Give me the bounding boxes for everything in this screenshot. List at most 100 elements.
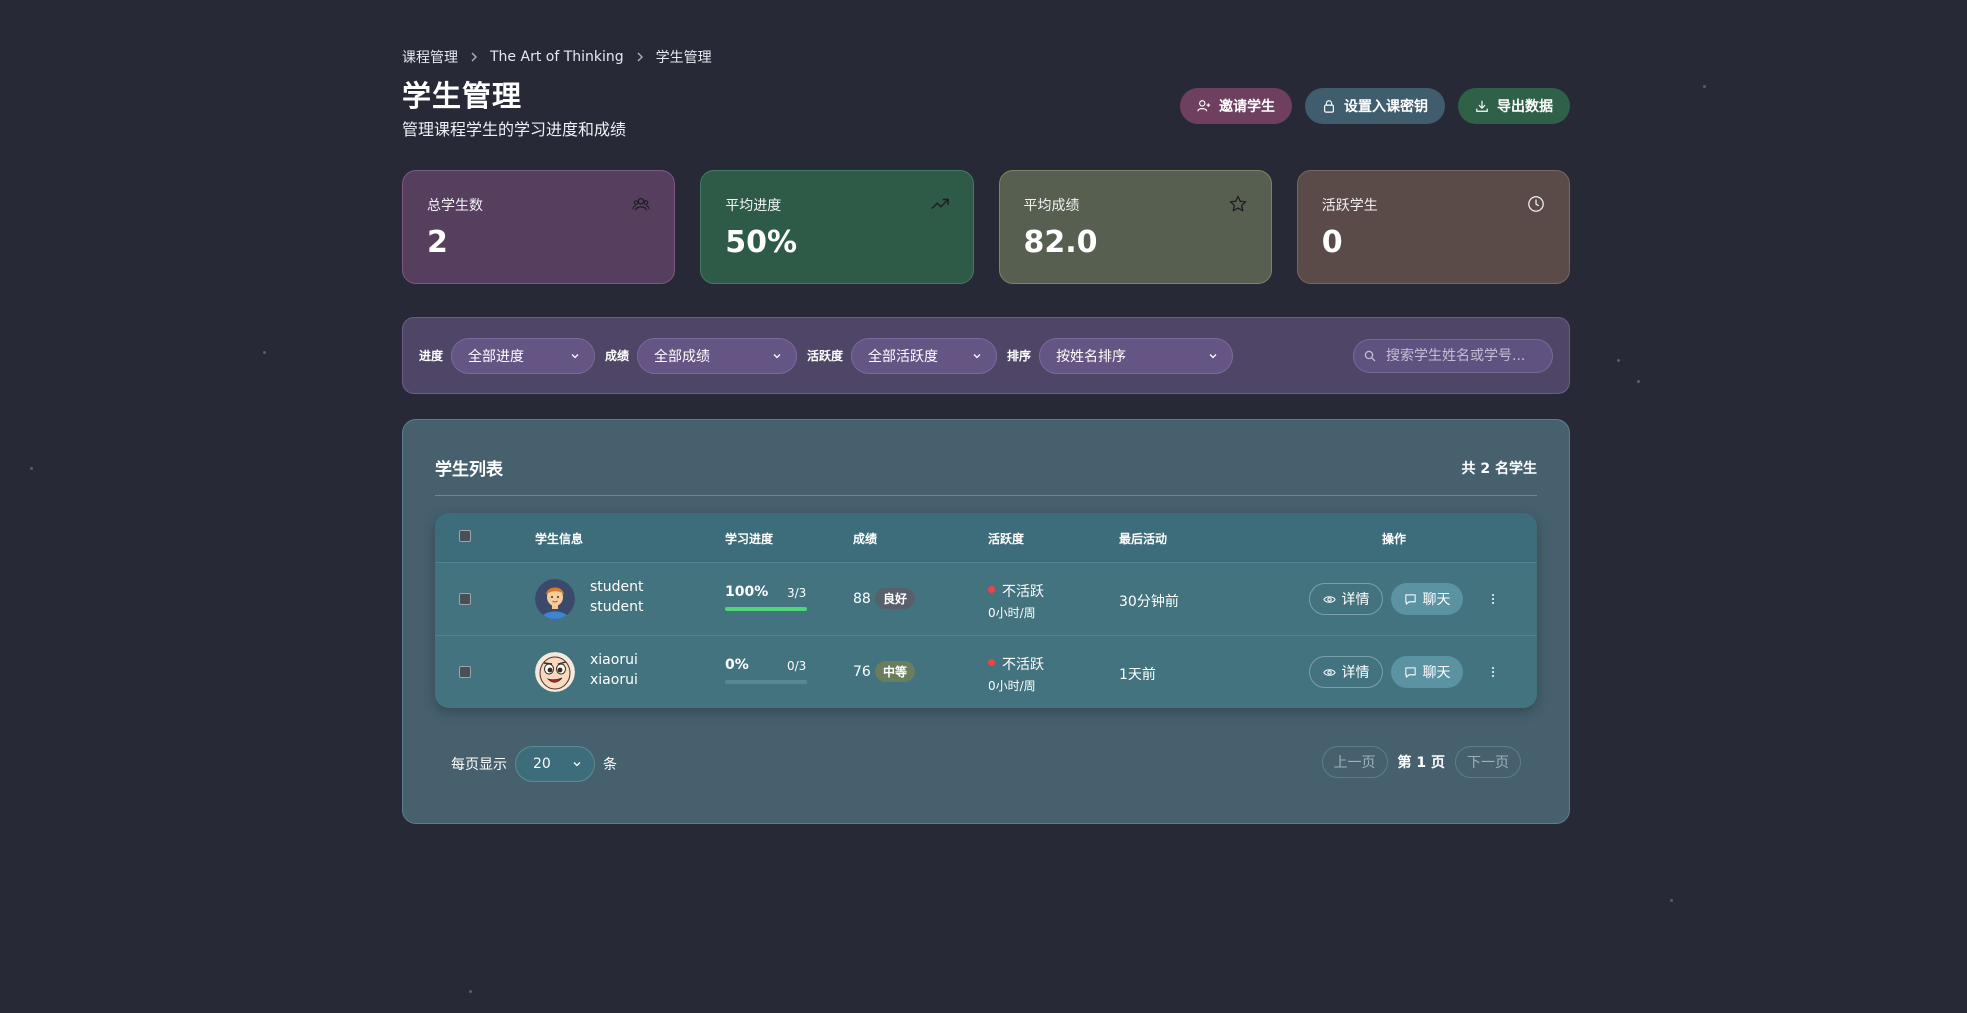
- column-header-score: 成绩: [853, 532, 878, 546]
- student-id: xiaorui: [590, 672, 638, 688]
- chevron-down-icon: [973, 353, 981, 358]
- avatar: [535, 579, 575, 619]
- column-header-progress: 学习进度: [725, 532, 774, 546]
- progress-percent: 100%: [725, 584, 769, 600]
- chat-button[interactable]: 聊天: [1391, 583, 1463, 615]
- score-filter-select[interactable]: 全部成绩: [637, 337, 798, 374]
- progress-bar: [725, 607, 807, 611]
- invite-student-label: 邀请学生: [1219, 99, 1275, 115]
- activity-filter-select[interactable]: 全部活跃度: [851, 337, 998, 374]
- breadcrumb-item-course[interactable]: The Art of Thinking: [490, 49, 624, 65]
- progress-bar-fill: [725, 607, 807, 611]
- table-row[interactable]: xiaorui xiaorui 0% 0/3 76 中等 不活跃 0小时/周 1…: [435, 635, 1537, 708]
- row-checkbox[interactable]: [459, 666, 471, 678]
- chevron-down-icon: [573, 762, 581, 767]
- stat-value: 50%: [725, 225, 798, 260]
- sort-select[interactable]: 按姓名排序: [1039, 337, 1234, 374]
- chevron-down-icon: [1209, 353, 1217, 358]
- student-name: xiaorui: [590, 652, 638, 668]
- student-table: 学生信息 学习进度 成绩 活跃度 最后活动 操作 student student…: [435, 513, 1537, 708]
- search-icon: [1364, 350, 1376, 361]
- stat-value: 82.0: [1023, 225, 1098, 260]
- breadcrumb-item-current: 学生管理: [655, 50, 712, 66]
- background-dot: [1670, 899, 1673, 902]
- activity-filter-value: 全部活跃度: [868, 348, 939, 365]
- divider: [435, 495, 1537, 496]
- chat-bubble-icon: [1404, 666, 1416, 678]
- last-active: 1天前: [1119, 667, 1156, 683]
- next-page-button[interactable]: 下一页: [1455, 746, 1521, 778]
- breadcrumb: 课程管理 The Art of Thinking 学生管理: [402, 47, 712, 67]
- stat-value: 2: [427, 225, 448, 260]
- progress-filter-value: 全部进度: [468, 348, 525, 365]
- background-dot: [30, 467, 33, 470]
- progress-filter-label: 进度: [419, 349, 444, 363]
- row-checkbox[interactable]: [459, 593, 471, 605]
- stat-label: 活跃学生: [1321, 198, 1378, 214]
- chevron-down-icon: [571, 353, 579, 358]
- sort-value: 按姓名排序: [1056, 348, 1127, 365]
- eye-icon: [1322, 595, 1336, 603]
- breadcrumb-item-course-management[interactable]: 课程管理: [402, 47, 458, 67]
- progress-percent: 0%: [725, 657, 749, 673]
- set-enroll-key-button[interactable]: 设置入课密钥: [1305, 88, 1445, 124]
- search-input[interactable]: [1386, 347, 1536, 364]
- progress-filter-select[interactable]: 全部进度: [451, 337, 596, 374]
- chat-button[interactable]: 聊天: [1391, 656, 1463, 688]
- student-id: student: [590, 599, 644, 615]
- stat-card-total-students: 总学生数 2: [402, 170, 676, 284]
- eye-icon: [1322, 668, 1336, 676]
- background-dot: [469, 990, 472, 993]
- chevron-right-icon: [634, 51, 646, 63]
- page-subtitle: 管理课程学生的学习进度和成绩: [402, 120, 627, 139]
- avatar: [535, 652, 575, 692]
- users-icon: [632, 197, 650, 211]
- progress-bar: [725, 680, 807, 684]
- grade-badge: 中等: [875, 661, 916, 682]
- stat-label: 总学生数: [427, 198, 483, 214]
- activity-hours: 0小时/周: [988, 606, 1036, 620]
- prev-page-button[interactable]: 上一页: [1321, 746, 1388, 778]
- stat-value: 0: [1321, 225, 1343, 260]
- clock-icon: [1528, 196, 1544, 212]
- detail-button[interactable]: 详情: [1309, 656, 1383, 688]
- download-icon: [1476, 100, 1488, 112]
- page-size-select[interactable]: 20: [515, 746, 595, 782]
- search-box: [1353, 338, 1553, 373]
- detail-label: 详情: [1341, 665, 1370, 681]
- background-dot: [263, 351, 266, 354]
- student-list-panel: 学生列表 共 2 名学生 学生信息 学习进度 成绩 活跃度 最后活动 操作 st…: [402, 419, 1570, 824]
- column-header-info: 学生信息: [535, 532, 584, 546]
- lock-icon: [1324, 100, 1334, 113]
- stat-label: 平均进度: [725, 198, 782, 214]
- detail-label: 详情: [1341, 592, 1370, 608]
- per-page-unit: 条: [603, 757, 617, 773]
- header-actions: 邀请学生 设置入课密钥 导出数据: [1180, 88, 1570, 124]
- per-page-label: 每页显示: [451, 757, 507, 773]
- stat-card-active-students: 活跃学生 0: [1296, 170, 1570, 284]
- current-page: 第 1 页: [1397, 755, 1446, 771]
- student-list-title: 学生列表: [435, 460, 503, 480]
- stats-cards: 总学生数 2 平均进度 50% 平均成绩 82.0 活跃学生 0: [402, 170, 1570, 284]
- more-vertical-icon: [1492, 594, 1494, 604]
- more-vertical-icon: [1492, 667, 1494, 677]
- export-data-label: 导出数据: [1497, 99, 1553, 115]
- progress-count: 3/3: [787, 586, 807, 600]
- star-icon: [1229, 195, 1247, 212]
- detail-button[interactable]: 详情: [1309, 583, 1383, 615]
- page-title: 学生管理: [402, 79, 523, 113]
- table-row[interactable]: student student 100% 3/3 88 良好 不活跃 0小时/周…: [435, 562, 1537, 635]
- export-data-button[interactable]: 导出数据: [1458, 88, 1570, 124]
- select-all-checkbox[interactable]: [459, 530, 471, 542]
- more-options-button[interactable]: [1485, 589, 1501, 609]
- more-options-button[interactable]: [1485, 662, 1501, 682]
- chat-bubble-icon: [1404, 593, 1416, 605]
- user-plus-icon: [1197, 100, 1211, 112]
- chevron-right-icon: [468, 51, 480, 63]
- inactive-status-dot: [988, 586, 995, 593]
- activity-hours: 0小时/周: [988, 679, 1036, 693]
- invite-student-button[interactable]: 邀请学生: [1180, 88, 1292, 124]
- pagination: 上一页 第 1 页 下一页: [1321, 746, 1521, 778]
- score-value: 76: [853, 664, 871, 680]
- table-header: 学生信息 学习进度 成绩 活跃度 最后活动 操作: [435, 513, 1537, 562]
